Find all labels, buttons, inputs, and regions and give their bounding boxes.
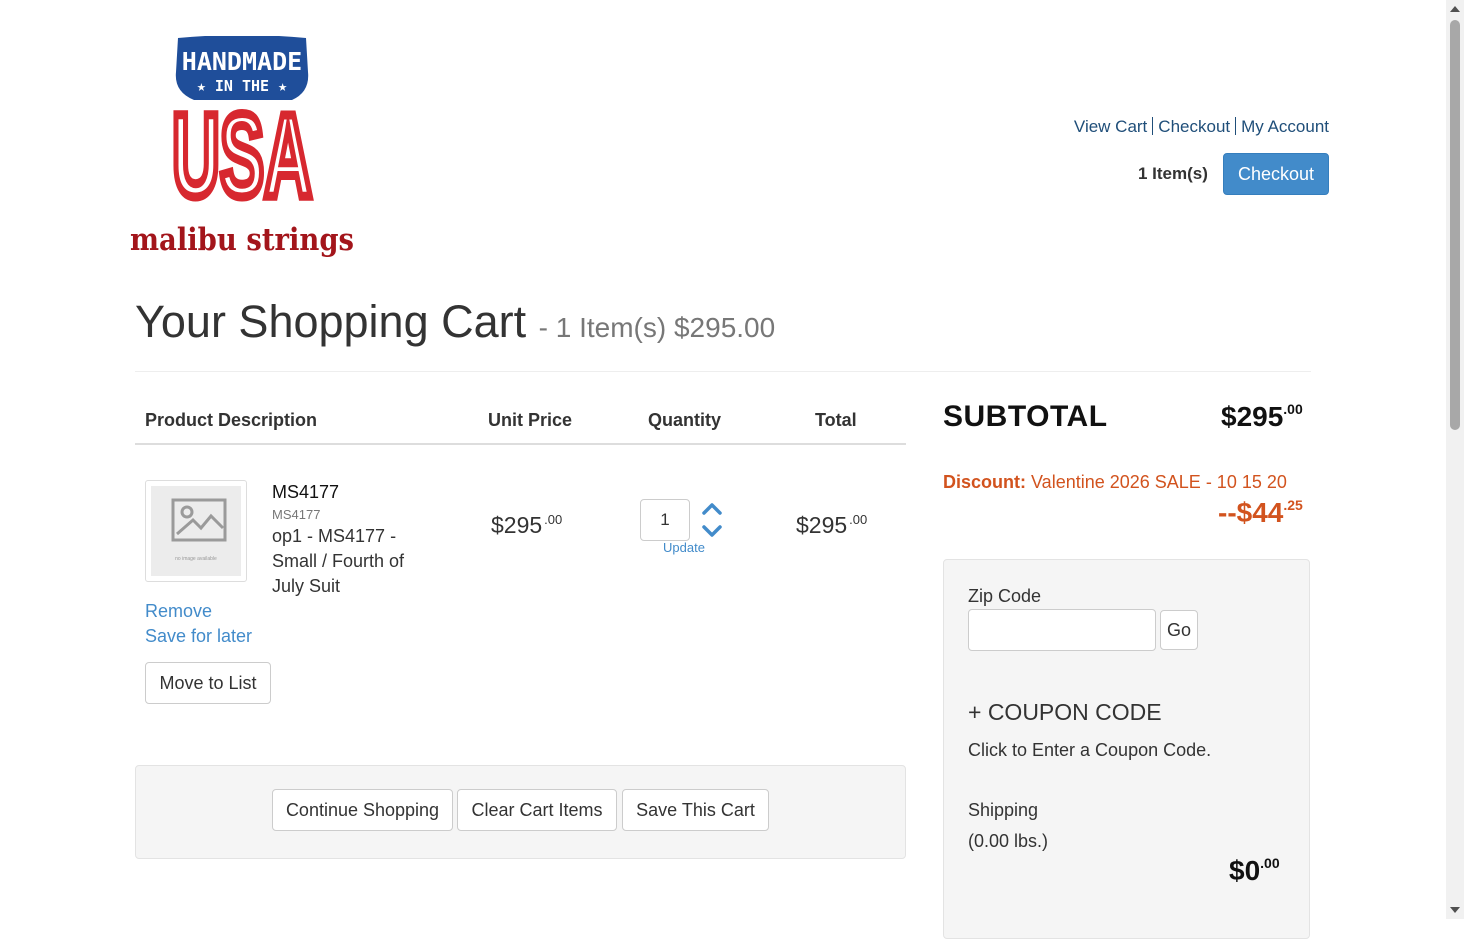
scroll-down-arrow[interactable] [1446,901,1464,919]
site-logo[interactable]: HANDMADE ★ IN THE ★ USA malibu strings [126,35,358,266]
discount-value: --$44.25 [1218,497,1303,529]
shipping-weight: (0.00 lbs.) [968,831,1049,851]
image-placeholder-icon [171,498,227,542]
product-sku: MS4177 [272,507,321,522]
line-total: $295.00 [796,512,867,539]
discount-name: Valentine 2026 SALE - 10 15 20 [1031,472,1287,492]
scroll-up-arrow[interactable] [1446,0,1464,18]
page-title: Your Shopping Cart - 1 Item(s) $295.00 [135,296,775,348]
logo-graphic: HANDMADE ★ IN THE ★ USA malibu strings [130,35,354,258]
zip-code-input[interactable] [968,609,1156,651]
link-separator [1235,117,1237,135]
logo-usa-text: USA [172,90,312,222]
account-links: View Cart Checkout My Account [1074,117,1329,137]
discount-label: Discount: [943,472,1026,492]
product-thumbnail[interactable]: no image available [145,480,247,582]
line-total-dollars: $295 [796,512,848,538]
subtotal-value: $295.00 [1221,401,1303,433]
quantity-stepper-icon [702,503,722,537]
discount-cents: .25 [1283,497,1303,513]
chevron-up-icon[interactable] [702,503,722,515]
view-cart-link[interactable]: View Cart [1074,117,1147,136]
unit-price-dollars: $295 [491,512,543,538]
product-options: op1 - MS4177 - Small / Fourth of July Su… [272,526,405,596]
table-header-divider [135,443,906,445]
clear-cart-button[interactable]: Clear Cart Items [457,789,617,831]
triangle-down-icon [1450,907,1460,913]
subtotal-label: SUBTOTAL [943,400,1108,433]
coupon-code-toggle[interactable]: + COUPON CODE [968,699,1162,726]
remove-item-link[interactable]: Remove [145,601,212,622]
quantity-input[interactable] [640,499,690,541]
zip-go-button[interactable]: Go [1160,610,1198,650]
subtotal-cents: .00 [1283,401,1303,417]
column-header-unit-price: Unit Price [488,410,573,430]
quantity-stepper[interactable] [700,500,724,542]
placeholder-image: no image available [151,486,241,576]
link-separator [1152,117,1154,135]
save-for-later-link[interactable]: Save for later [145,626,252,647]
move-to-list-button[interactable]: Move to List [145,662,271,704]
shipping-value: $0.00 [1229,855,1280,887]
discount-dollars: --$44 [1218,497,1284,528]
zip-code-label: Zip Code [968,586,1042,606]
cart-item-count: 1 Item(s) [1138,164,1208,183]
thumbnail-caption: no image available [175,556,217,562]
discount-line: Discount: Valentine 2026 SALE - 10 15 20 [943,472,1287,493]
column-header-quantity: Quantity [648,410,722,430]
page-title-summary: - 1 Item(s) $295.00 [538,312,776,343]
line-total-cents: .00 [849,512,868,527]
subtotal-dollars: $295 [1221,401,1284,432]
my-account-link[interactable]: My Account [1241,117,1329,136]
column-header-product: Product Description [145,410,318,430]
title-divider [135,371,1311,372]
checkout-link[interactable]: Checkout [1158,117,1230,136]
header-checkout-button[interactable]: Checkout [1223,153,1329,195]
unit-price-cents: .00 [544,512,563,527]
shipping-label: Shipping [968,800,1039,820]
shipping-dollars: $0 [1229,855,1261,886]
scrollbar-thumb[interactable] [1450,20,1460,430]
unit-price: $295.00 [491,512,562,539]
coupon-code-hint: Click to Enter a Coupon Code. [968,740,1212,760]
column-header-total: Total [815,410,857,430]
page-title-text: Your Shopping Cart [135,296,527,347]
update-quantity-link[interactable]: Update [663,540,705,555]
triangle-up-icon [1450,6,1460,12]
shipping-cents: .00 [1260,855,1280,871]
vertical-scrollbar[interactable] [1446,0,1464,919]
continue-shopping-button[interactable]: Continue Shopping [272,789,453,831]
save-cart-button[interactable]: Save This Cart [622,789,769,831]
logo-top-text: HANDMADE [182,47,302,76]
chevron-down-icon[interactable] [702,525,722,537]
page: HANDMADE ★ IN THE ★ USA malibu strings V… [0,0,1446,939]
logo-brand-text: malibu strings [130,222,354,258]
product-name-link[interactable]: MS4177 [272,482,339,503]
